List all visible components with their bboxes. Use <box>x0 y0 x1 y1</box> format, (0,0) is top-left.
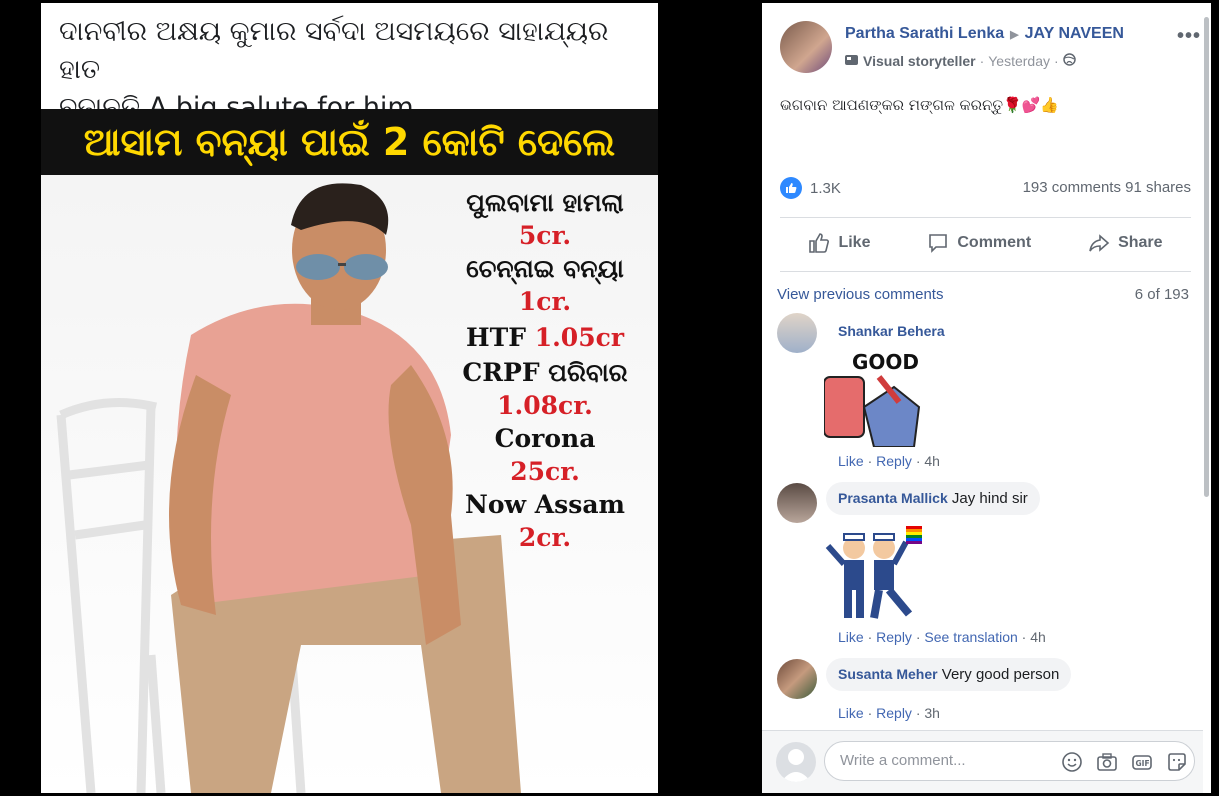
post-time[interactable]: Yesterday <box>988 53 1050 69</box>
stat-value-6: 2cr. <box>518 523 572 552</box>
author-avatar[interactable] <box>780 21 832 73</box>
arrow-right-icon: ▶ <box>1010 28 1019 41</box>
post-actions: Like Comment Share <box>780 223 1191 263</box>
author-name[interactable]: Partha Sarathi Lenka <box>845 25 1004 43</box>
comment-time[interactable]: 3h <box>924 705 940 721</box>
meta-dot: · <box>979 53 985 69</box>
sticker-icon[interactable] <box>1166 751 1188 773</box>
comment-composer: Write a comment... GIF <box>762 730 1203 793</box>
scrollbar[interactable] <box>1203 3 1211 503</box>
share-label: Share <box>1118 234 1163 251</box>
stat-label-4: CRPF ପରିବାର <box>462 358 628 387</box>
comment-placeholder: Write a comment... <box>840 752 966 769</box>
post-panel: Partha Sarathi Lenka ▶ JAY NAVEEN Visual… <box>762 3 1211 793</box>
globe-icon[interactable] <box>1062 53 1076 69</box>
comment-label: Comment <box>957 234 1032 251</box>
like-button[interactable]: Like <box>808 232 870 254</box>
sticker-text: GOOD <box>852 350 919 374</box>
share-button[interactable]: Share <box>1088 232 1163 254</box>
comment-like-link[interactable]: Like <box>838 453 864 469</box>
image-banner: ଆସାମ ବନ୍ୟା ପାଇଁ 2 କୋଟି ଦେଲେ <box>41 109 658 175</box>
more-options-icon[interactable]: ••• <box>1177 25 1201 48</box>
user-avatar[interactable] <box>776 742 816 782</box>
comment-actions: Like · Reply · 3h <box>838 705 940 721</box>
stat-value-1: 5cr. <box>518 221 572 250</box>
donation-stats: ପୁଲବାମା ହାମଲା 5cr. ଚେନ୍ନାଇ ବନ୍ୟା 1cr. HT… <box>440 187 650 555</box>
comment-bubble: Susanta Meher Very good person <box>826 658 1072 691</box>
celebrity-photo: ପୁଲବାମା ହାମଲା 5cr. ଚେନ୍ନାଇ ବନ୍ୟା 1cr. HT… <box>41 175 658 793</box>
comment-text: Jay hind sir <box>951 490 1028 507</box>
stat-label-3: HTF <box>466 323 526 352</box>
comment-reply-link[interactable]: Reply <box>876 453 912 469</box>
like-label: Like <box>838 234 871 251</box>
comment-reply-link[interactable]: Reply <box>876 629 912 645</box>
comment-actions: Like · Reply · See translation · 4h <box>838 629 1046 645</box>
sailors-flag-sticker[interactable] <box>824 526 924 624</box>
like-reaction-icon[interactable] <box>780 177 802 199</box>
svg-text:GIF: GIF <box>1136 759 1150 768</box>
emoji-icon[interactable] <box>1061 751 1083 773</box>
stat-value-3: 1.05cr <box>534 323 624 352</box>
comment-reply-link[interactable]: Reply <box>876 705 912 721</box>
view-previous-comments-link[interactable]: View previous comments <box>777 286 943 303</box>
stat-label-2: ଚେନ୍ନାଇ ବନ୍ୟା <box>466 254 624 283</box>
stat-label-1: ପୁଲବାମା ହାମଲା <box>466 188 624 217</box>
commenter-avatar[interactable] <box>777 483 817 523</box>
comment-button[interactable]: Comment <box>927 232 1031 254</box>
post-image[interactable]: ଦାନବୀର ଅକ୍ଷୟ କୁମାର ସର୍ବଦା ଅସମୟରେ ସାହାଯ୍ୟ… <box>41 3 658 793</box>
comment-bubble: Prasanta Mallick Jay hind sir <box>826 482 1040 515</box>
meta-dot: · <box>1054 53 1059 69</box>
commenter-name[interactable]: Prasanta Mallick <box>838 490 948 506</box>
comment-pager: 6 of 193 <box>1134 286 1189 303</box>
camera-icon[interactable] <box>1096 751 1118 773</box>
stat-value-2: 1cr. <box>518 287 572 316</box>
comment-like-link[interactable]: Like <box>838 629 864 645</box>
scrollbar-thumb[interactable] <box>1204 17 1209 497</box>
like-count[interactable]: 1.3K <box>810 180 841 197</box>
post-header: Partha Sarathi Lenka ▶ JAY NAVEEN Visual… <box>780 21 1201 77</box>
see-translation-link[interactable]: See translation <box>924 629 1017 645</box>
comment-input[interactable]: Write a comment... GIF <box>824 741 1195 781</box>
commenter-name[interactable]: Shankar Behera <box>838 323 945 339</box>
author-line: Partha Sarathi Lenka ▶ JAY NAVEEN <box>845 25 1124 43</box>
storyteller-icon <box>845 53 859 69</box>
stat-label-6: Now Assam <box>465 490 625 519</box>
comment-time[interactable]: 4h <box>924 453 940 469</box>
comment-time[interactable]: 4h <box>1030 629 1046 645</box>
image-caption: ଦାନବୀର ଅକ୍ଷୟ କୁମାର ସର୍ବଦା ଅସମୟରେ ସାହାଯ୍ୟ… <box>41 3 658 123</box>
comments-shares-count[interactable]: 193 comments 91 shares <box>1023 179 1191 196</box>
thumbs-up-icon <box>809 233 830 253</box>
comment-text: Very good person <box>941 666 1060 683</box>
photo-viewer: ଦାନବୀର ଅକ୍ଷୟ କୁମାର ସର୍ବଦା ଅସମୟରେ ସାହାଯ୍ୟ… <box>0 0 762 796</box>
post-meta: Visual storyteller · Yesterday · <box>845 53 1076 69</box>
commenter-avatar[interactable] <box>777 659 817 699</box>
comment-icon <box>929 234 948 253</box>
storyteller-badge[interactable]: Visual storyteller <box>863 53 976 69</box>
stat-value-5: 25cr. <box>510 457 580 486</box>
good-thumb-sticker[interactable]: GOOD <box>823 347 926 448</box>
page-name[interactable]: JAY NAVEEN <box>1025 25 1124 43</box>
commenter-avatar[interactable] <box>777 313 817 353</box>
divider <box>780 217 1191 218</box>
share-arrow-icon <box>1089 234 1110 252</box>
stat-value-4: 1.08cr. <box>497 391 593 420</box>
stat-row-3: HTF 1.05cr <box>440 319 650 357</box>
comment-like-link[interactable]: Like <box>838 705 864 721</box>
reaction-counts: 1.3K 193 comments 91 shares <box>780 177 1191 201</box>
gif-icon[interactable]: GIF <box>1131 751 1153 773</box>
image-caption-line1: ଦାନବୀର ଅକ୍ଷୟ କୁମାର ସର୍ବଦା ଅସମୟରେ ସାହାଯ୍ୟ… <box>59 16 609 85</box>
comment-actions: Like · Reply · 4h <box>838 453 940 469</box>
comments-list: View previous comments 6 of 193 Shankar … <box>762 273 1203 733</box>
divider <box>780 271 1191 272</box>
commenter-name[interactable]: Susanta Meher <box>838 666 938 682</box>
post-text: ଭଗବାନ ଆପଣଙ୍କର ମଙ୍ଗଳ କରନ୍ତୁ🌹💕👍 <box>780 96 1060 114</box>
stat-label-5: Corona <box>494 424 596 453</box>
